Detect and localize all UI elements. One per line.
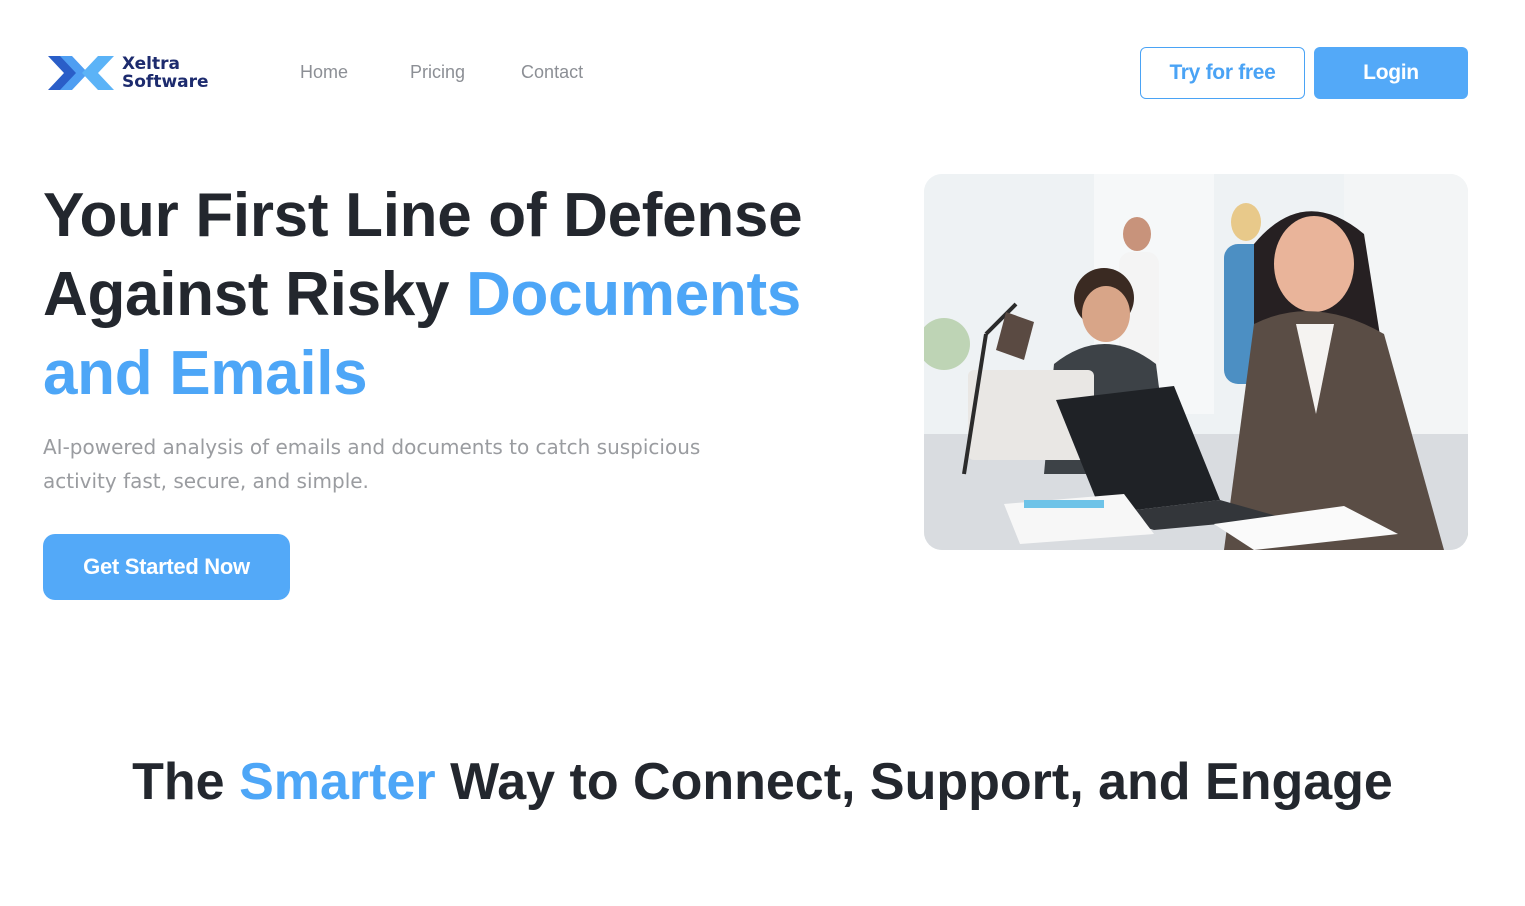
- brand-name-line2: Software: [122, 72, 209, 92]
- hero-subtitle: AI-powered analysis of emails and docume…: [43, 435, 701, 493]
- try-for-free-button[interactable]: Try for free: [1140, 47, 1305, 99]
- main-nav: Home Pricing Contact: [300, 62, 645, 83]
- hero-title: Your First Line of Defense Against Risky…: [43, 176, 843, 413]
- brand-logo[interactable]: Xeltra Software: [46, 52, 209, 94]
- nav-pricing-link[interactable]: Pricing: [410, 62, 465, 83]
- brand-name: Xeltra Software: [122, 55, 209, 91]
- section-title-accent: Smarter: [239, 753, 436, 811]
- section-title-post: Way to Connect, Support, and Engage: [435, 753, 1393, 811]
- section-title: The Smarter Way to Connect, Support, and…: [0, 742, 1525, 822]
- office-photo: [924, 174, 1468, 550]
- nav-contact-link[interactable]: Contact: [521, 62, 583, 83]
- x-logo-icon: [46, 52, 116, 94]
- section-title-pre: The: [132, 753, 240, 811]
- landing-page: Xeltra Software Home Pricing Contact Try…: [0, 0, 1525, 906]
- nav-home-link[interactable]: Home: [300, 62, 348, 83]
- login-button[interactable]: Login: [1314, 47, 1468, 99]
- brand-name-line1: Xeltra: [122, 54, 180, 74]
- get-started-button[interactable]: Get Started Now: [43, 534, 290, 600]
